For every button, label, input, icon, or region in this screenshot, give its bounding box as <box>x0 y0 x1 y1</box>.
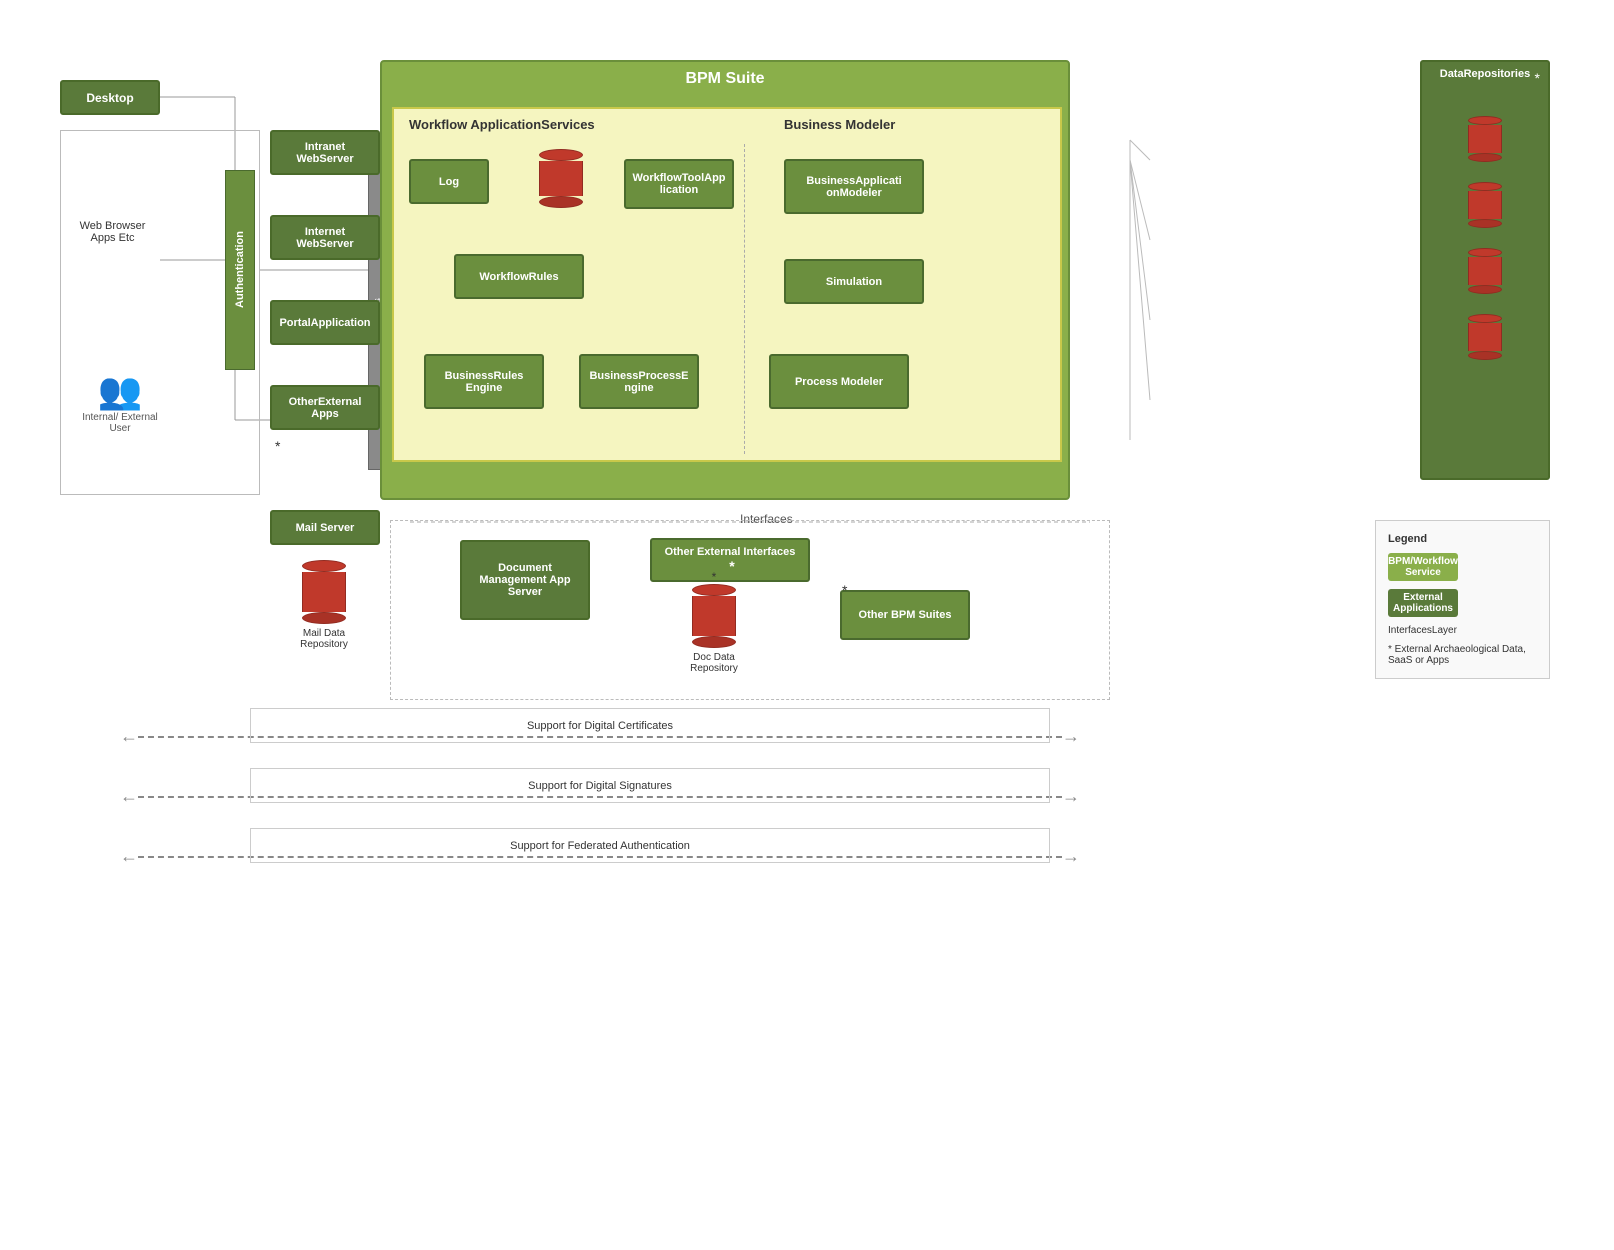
mail-data-repository: Mail Data Repository <box>284 560 364 650</box>
legend-asterisk-note: * External Archaeological Data, SaaS or … <box>1388 644 1537 666</box>
db-2 <box>1468 182 1502 228</box>
business-process-engine-node: BusinessProcessE ngine <box>579 354 699 409</box>
business-app-modeler-node: BusinessApplicati onModeler <box>784 159 924 214</box>
mail-server-box: Mail Server <box>270 510 380 545</box>
simulation-node: Simulation <box>784 259 924 304</box>
business-modeler-title: Business Modeler <box>784 117 895 132</box>
workflow-db <box>539 149 583 208</box>
log-node: Log <box>409 159 489 204</box>
legend-interfaces: InterfacesLayer <box>1388 625 1537 636</box>
legend-external: External Applications <box>1388 589 1537 617</box>
desktop-box: Desktop <box>60 80 160 115</box>
business-rules-engine-node: BusinessRules Engine <box>424 354 544 409</box>
db-3 <box>1468 248 1502 294</box>
internet-webserver-box: Internet WebServer <box>270 215 380 260</box>
legend-interfaces-label: InterfacesLayer <box>1388 625 1457 636</box>
intranet-webserver-box: Intranet WebServer <box>270 130 380 175</box>
legend-bpm: BPM/Workflow Service <box>1388 553 1537 581</box>
bpm-suite-box: BPM Suite Workflow ApplicationServices B… <box>380 60 1070 500</box>
asterisk-other-external: * <box>275 438 280 454</box>
data-repositories-box: DataRepositories * <box>1420 60 1550 480</box>
bpm-suite-title: BPM Suite <box>382 62 1068 92</box>
bottom-section-outline <box>390 520 1110 700</box>
mail-db-cylinder <box>302 560 346 624</box>
workflow-rules-node: WorkflowRules <box>454 254 584 299</box>
vertical-divider <box>744 144 746 454</box>
legend-title: Legend <box>1388 533 1537 545</box>
workflow-tool-app-node: WorkflowToolApp lication <box>624 159 734 209</box>
data-repos-title: DataRepositories <box>1422 62 1548 86</box>
sigs-outline <box>250 768 1050 803</box>
db-1 <box>1468 116 1502 162</box>
auth-outline <box>250 828 1050 863</box>
user-label: Internal/ External User <box>80 412 160 434</box>
authentication-box: Authentication <box>225 170 255 370</box>
portal-application-box: PortalApplication <box>270 300 380 345</box>
db-4 <box>1468 314 1502 360</box>
web-browser-label: Web Browser Apps Etc <box>70 220 155 244</box>
other-external-apps-box: OtherExternal Apps <box>270 385 380 430</box>
user-figure: 👥 Internal/ External User <box>80 370 160 434</box>
desktop-label: Desktop <box>86 91 133 105</box>
workflow-title: Workflow ApplicationServices <box>409 117 595 132</box>
certs-outline <box>250 708 1050 743</box>
diagram-container: Desktop Web Browser Apps Etc 👥 Internal/… <box>60 60 1550 1160</box>
legend-box: Legend BPM/Workflow Service External App… <box>1375 520 1550 679</box>
process-modeler-node: Process Modeler <box>769 354 909 409</box>
mail-data-label: Mail Data Repository <box>284 628 364 650</box>
workflow-inner-box: Workflow ApplicationServices Business Mo… <box>392 107 1062 462</box>
